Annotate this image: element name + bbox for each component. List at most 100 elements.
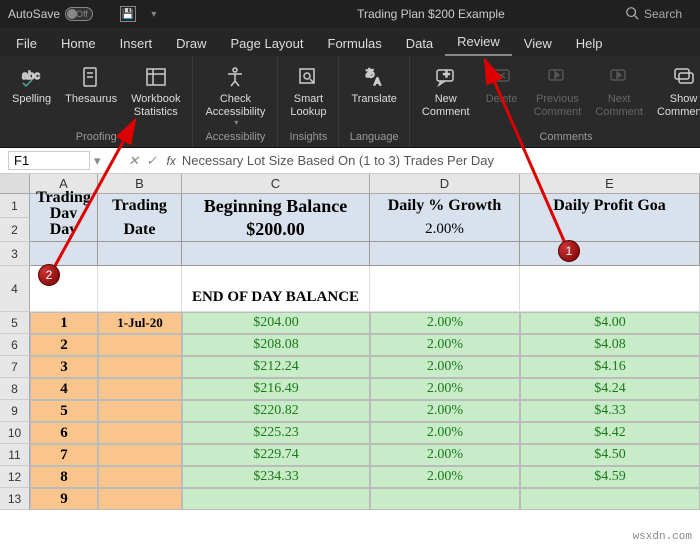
row-header[interactable]: 12 <box>0 466 30 488</box>
cell-D3[interactable] <box>370 242 520 266</box>
smart-lookup-button[interactable]: Smart Lookup <box>284 60 332 122</box>
tab-view[interactable]: View <box>512 31 564 56</box>
cell-profit[interactable]: $4.50 <box>520 444 700 466</box>
cell-pct[interactable]: 2.00% <box>370 356 520 378</box>
name-box-dropdown-icon[interactable]: ▾ <box>90 153 105 169</box>
cell-E2[interactable] <box>520 218 700 242</box>
cell-day[interactable]: 6 <box>30 422 98 444</box>
tab-home[interactable]: Home <box>49 31 108 56</box>
row-header[interactable]: 3 <box>0 242 30 266</box>
row-header[interactable]: 5 <box>0 312 30 334</box>
check-accessibility-button[interactable]: Check Accessibility <box>199 60 271 131</box>
cell-balance[interactable]: $225.23 <box>182 422 370 444</box>
cell-balance[interactable]: $234.33 <box>182 466 370 488</box>
cell-A2[interactable]: Day <box>50 221 78 239</box>
new-comment-button[interactable]: + New Comment <box>416 60 476 122</box>
cell-C1[interactable]: Beginning Balance <box>204 196 348 217</box>
cell-date[interactable] <box>98 378 182 400</box>
row-header[interactable]: 1 <box>0 194 30 218</box>
cell-balance[interactable]: $229.74 <box>182 444 370 466</box>
translate-button[interactable]: あA Translate <box>345 60 402 110</box>
tab-page-layout[interactable]: Page Layout <box>219 31 316 56</box>
cell-day[interactable]: 2 <box>30 334 98 356</box>
col-header-B[interactable]: B <box>98 174 182 193</box>
cell-profit[interactable]: $4.08 <box>520 334 700 356</box>
cell-pct[interactable]: 2.00% <box>370 466 520 488</box>
row-header[interactable]: 9 <box>0 400 30 422</box>
row-header[interactable]: 6 <box>0 334 30 356</box>
name-box[interactable]: F1 <box>8 151 90 170</box>
thesaurus-button[interactable]: Thesaurus <box>59 60 123 110</box>
cell-profit[interactable]: $4.59 <box>520 466 700 488</box>
cell-D4[interactable] <box>370 266 520 312</box>
cell-profit[interactable]: $4.16 <box>520 356 700 378</box>
cell-B3[interactable] <box>98 242 182 266</box>
cell-E3[interactable] <box>520 242 700 266</box>
row-header[interactable]: 13 <box>0 488 30 510</box>
cell-E1[interactable]: Daily Profit Goa <box>553 197 666 215</box>
cell-B2[interactable]: Date <box>124 221 156 239</box>
tab-review[interactable]: Review <box>445 29 512 56</box>
cell-B4[interactable] <box>98 266 182 312</box>
tab-help[interactable]: Help <box>564 31 615 56</box>
cell-D2[interactable]: 2.00% <box>425 221 464 238</box>
row-header[interactable]: 10 <box>0 422 30 444</box>
autosave-toggle[interactable]: AutoSave Off <box>8 7 110 21</box>
row-header[interactable]: 11 <box>0 444 30 466</box>
cell-C2[interactable]: $200.00 <box>246 219 305 240</box>
cell-pct[interactable]: 2.00% <box>370 312 520 334</box>
cell-day[interactable]: 3 <box>30 356 98 378</box>
cell-balance[interactable] <box>182 488 370 510</box>
fx-icon[interactable]: fx <box>161 154 182 168</box>
cell-C3[interactable] <box>182 242 370 266</box>
cell-pct[interactable]: 2.00% <box>370 444 520 466</box>
cell-E4[interactable] <box>520 266 700 312</box>
cell-balance[interactable]: $212.24 <box>182 356 370 378</box>
tab-data[interactable]: Data <box>394 31 445 56</box>
col-header-E[interactable]: E <box>520 174 700 193</box>
cell-date[interactable]: 1-Jul-20 <box>98 312 182 334</box>
col-header-D[interactable]: D <box>370 174 520 193</box>
cell-profit[interactable]: $4.33 <box>520 400 700 422</box>
row-header[interactable]: 8 <box>0 378 30 400</box>
cell-date[interactable] <box>98 488 182 510</box>
cell-balance[interactable]: $216.49 <box>182 378 370 400</box>
select-all-triangle[interactable] <box>0 174 30 193</box>
cell-day[interactable]: 1 <box>30 312 98 334</box>
row-header[interactable]: 2 <box>0 218 30 242</box>
cell-date[interactable] <box>98 400 182 422</box>
cell-pct[interactable] <box>370 488 520 510</box>
qat-dropdown-icon[interactable]: ▾ <box>146 6 162 22</box>
cell-profit[interactable]: $4.00 <box>520 312 700 334</box>
formula-input[interactable]: Necessary Lot Size Based On (1 to 3) Tra… <box>182 153 692 168</box>
spreadsheet-grid[interactable]: A B C D E 1 Trading Day Trading Beginnin… <box>0 174 700 510</box>
cell-date[interactable] <box>98 444 182 466</box>
cell-profit[interactable] <box>520 488 700 510</box>
cell-day[interactable]: 4 <box>30 378 98 400</box>
cell-profit[interactable]: $4.42 <box>520 422 700 444</box>
cell-pct[interactable]: 2.00% <box>370 422 520 444</box>
cell-day[interactable]: 9 <box>30 488 98 510</box>
cell-B1[interactable]: Trading <box>112 197 167 215</box>
cell-day[interactable]: 5 <box>30 400 98 422</box>
cell-A3[interactable] <box>30 242 98 266</box>
cell-balance[interactable]: $208.08 <box>182 334 370 356</box>
cell-pct[interactable]: 2.00% <box>370 400 520 422</box>
cell-pct[interactable]: 2.00% <box>370 378 520 400</box>
save-icon[interactable]: 💾 <box>120 6 136 22</box>
col-header-C[interactable]: C <box>182 174 370 193</box>
workbook-statistics-button[interactable]: Workbook Statistics <box>125 60 186 122</box>
cell-C4[interactable]: END OF DAY BALANCE <box>182 266 370 312</box>
row-header[interactable]: 7 <box>0 356 30 378</box>
tab-insert[interactable]: Insert <box>108 31 165 56</box>
show-comments-button[interactable]: Show Comments <box>651 60 700 122</box>
search-box[interactable]: Search <box>625 6 682 23</box>
cell-day[interactable]: 8 <box>30 466 98 488</box>
cell-date[interactable] <box>98 466 182 488</box>
tab-draw[interactable]: Draw <box>164 31 218 56</box>
cell-day[interactable]: 7 <box>30 444 98 466</box>
cell-pct[interactable]: 2.00% <box>370 334 520 356</box>
spelling-button[interactable]: abc Spelling <box>6 60 57 110</box>
cell-D1[interactable]: Daily % Growth <box>388 197 501 215</box>
row-header[interactable]: 4 <box>0 266 30 312</box>
